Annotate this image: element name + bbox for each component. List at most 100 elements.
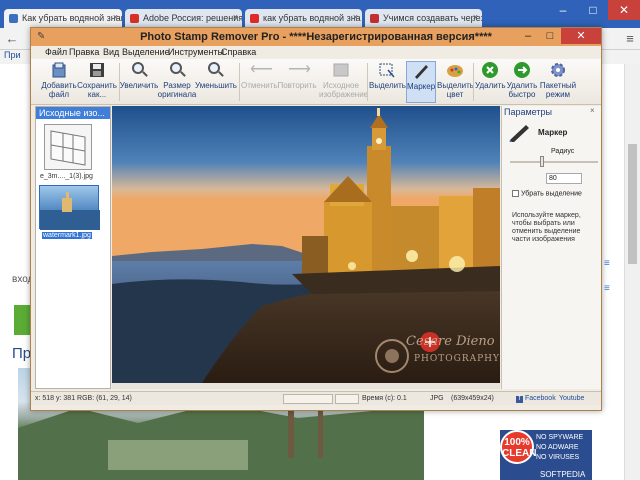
radius-input[interactable]: 80 bbox=[546, 173, 582, 184]
youtube-link[interactable]: Youtube bbox=[559, 395, 584, 402]
source-image-button[interactable]: Исходное изображение bbox=[319, 61, 368, 103]
browser-tab-3[interactable]: как убрать водяной зна × bbox=[245, 9, 362, 28]
status-bar: x: 518 y: 381 RGB: (61, 29, 14) Время (с… bbox=[31, 391, 601, 405]
browser-maximize-icon[interactable]: □ bbox=[578, 0, 608, 20]
tab-close-icon[interactable]: × bbox=[113, 12, 118, 22]
redo-button[interactable]: ⟶ Повторить bbox=[277, 61, 317, 103]
save-as-label: Сохранить как... bbox=[77, 81, 117, 99]
source-image-label: Исходное изображение bbox=[319, 81, 369, 99]
save-icon bbox=[88, 61, 106, 79]
app-close-icon[interactable]: ✕ bbox=[561, 28, 601, 44]
tab-favicon-icon bbox=[370, 14, 379, 23]
source-image-icon bbox=[332, 61, 350, 79]
batch-mode-button[interactable]: Пакетный режим bbox=[539, 61, 577, 103]
watermark-line-2: PHOTOGRAPHY bbox=[414, 354, 500, 364]
file-caption[interactable]: e_3m...._1(3).jpg bbox=[40, 173, 93, 180]
radius-slider-track[interactable] bbox=[510, 161, 598, 163]
zoom-out-button[interactable]: Уменьшить bbox=[195, 61, 237, 103]
batch-mode-label: Пакетный режим bbox=[539, 81, 577, 99]
tab-favicon-icon bbox=[250, 14, 259, 23]
clean-badge-icon: 100% CLEAN bbox=[500, 430, 536, 464]
app-minimize-icon[interactable]: – bbox=[517, 28, 539, 44]
badge-lines: NO SPYWARE NO ADWARE NO VIRUSES bbox=[536, 433, 583, 463]
help-text: Используйте маркер, чтобы выбрать или от… bbox=[512, 212, 581, 243]
browser-tab-label: Как убрать водяной знак bbox=[22, 13, 122, 23]
zoom-in-icon bbox=[130, 61, 148, 79]
radius-slider-handle[interactable] bbox=[540, 156, 544, 167]
undo-label: Отменить bbox=[241, 81, 278, 90]
watermark-subtext: PHOTOGRAPHY bbox=[414, 354, 500, 364]
browser-tabbar: Как убрать водяной знак × Adobe Россия: … bbox=[0, 0, 640, 28]
status-dimensions: (639x459x24) bbox=[451, 395, 494, 402]
status-cell bbox=[335, 394, 359, 404]
browser-tab-2[interactable]: Adobe Россия: решения × bbox=[125, 9, 242, 28]
marker-tool-icon bbox=[508, 122, 532, 145]
toolbar-divider bbox=[473, 63, 474, 101]
original-size-label: Размер оригинала bbox=[157, 81, 197, 99]
checkbox-box[interactable] bbox=[512, 190, 519, 197]
menu-view[interactable]: Вид bbox=[103, 47, 119, 57]
file-caption-selected[interactable]: watermark1.jpg bbox=[42, 232, 92, 239]
original-size-button[interactable]: Размер оригинала bbox=[157, 61, 197, 103]
select-button[interactable]: Выделить bbox=[369, 61, 406, 103]
browser-close-icon[interactable]: ✕ bbox=[608, 0, 640, 20]
app-maximize-icon[interactable]: □ bbox=[539, 28, 561, 44]
redo-icon: ⟶ bbox=[288, 61, 311, 78]
marker-button[interactable]: Маркер bbox=[406, 61, 436, 103]
tab-close-icon[interactable]: × bbox=[353, 12, 358, 22]
select-label: Выделить bbox=[369, 81, 406, 90]
parameters-title: Параметры bbox=[504, 107, 552, 117]
app-menubar: Файл Правка Вид Выделение Инструменты Сп… bbox=[31, 46, 601, 59]
app-title: Photo Stamp Remover Pro - ****Незарегист… bbox=[140, 31, 492, 43]
remove-fast-button[interactable]: Удалить быстро bbox=[505, 61, 539, 103]
tab-close-icon[interactable]: × bbox=[233, 12, 238, 22]
file-thumbnail-selected[interactable] bbox=[39, 185, 100, 230]
menu-icon[interactable]: ≡ bbox=[622, 31, 638, 47]
add-file-label: Добавить файл bbox=[41, 81, 77, 99]
add-file-button[interactable]: Добавить файл bbox=[39, 61, 79, 103]
image-canvas[interactable]: Cesare Dieno PHOTOGRAPHY bbox=[112, 106, 500, 389]
menu-tools[interactable]: Инструменты bbox=[168, 47, 224, 57]
badge-line: NO SPYWARE bbox=[536, 434, 584, 441]
zoom-out-icon bbox=[206, 61, 224, 79]
back-arrow-icon[interactable]: ← bbox=[4, 31, 20, 47]
source-images-panel: Исходные изо... e_3m...._1(3).jpg waterm… bbox=[35, 106, 111, 389]
bookmark-item[interactable]: При bbox=[4, 50, 21, 60]
menu-file[interactable]: Файл bbox=[45, 47, 67, 57]
remove-button[interactable]: Удалить bbox=[475, 61, 506, 103]
tab-close-icon[interactable]: × bbox=[473, 12, 478, 22]
scrollbar-thumb[interactable] bbox=[628, 144, 637, 264]
browser-tab-1[interactable]: Как убрать водяной знак × bbox=[4, 9, 122, 28]
page-share-icon[interactable]: ≡ bbox=[604, 283, 610, 294]
facebook-link[interactable]: f Facebook bbox=[516, 395, 556, 403]
clear-selection-checkbox[interactable]: Убрать выделение bbox=[512, 190, 582, 197]
photo-image[interactable]: Cesare Dieno PHOTOGRAPHY bbox=[112, 106, 500, 383]
status-cell bbox=[283, 394, 333, 404]
browser-tab-label: Adobe Россия: решения bbox=[143, 13, 242, 23]
file-thumbnail[interactable] bbox=[44, 124, 92, 170]
menu-help[interactable]: Справка bbox=[221, 47, 256, 57]
browser-scrollbar[interactable] bbox=[624, 64, 640, 480]
radius-label: Радиус bbox=[551, 148, 575, 155]
page-share-icon[interactable]: ≡ bbox=[604, 258, 610, 269]
zoom-in-button[interactable]: Увеличить bbox=[119, 61, 159, 103]
browser-tab-4[interactable]: Учимся создавать через × bbox=[365, 9, 482, 28]
original-size-icon bbox=[168, 61, 186, 79]
source-images-header: Исходные изо... bbox=[36, 107, 110, 119]
badge-line: NO VIRUSES bbox=[536, 454, 580, 461]
remove-label: Удалить bbox=[475, 81, 506, 90]
browser-minimize-icon[interactable]: – bbox=[548, 0, 578, 20]
undo-button[interactable]: ⟵ Отменить bbox=[241, 61, 278, 103]
facebook-icon: f bbox=[516, 396, 523, 403]
menu-selection[interactable]: Выделение bbox=[122, 47, 170, 57]
save-as-button[interactable]: Сохранить как... bbox=[77, 61, 117, 103]
watermark-line-1: Cesare Dieno bbox=[406, 334, 495, 349]
undo-icon: ⟵ bbox=[250, 61, 273, 78]
panel-close-icon[interactable]: × bbox=[590, 106, 595, 115]
select-color-button[interactable]: Выделить цвет bbox=[437, 61, 474, 103]
app-window: ✎ Photo Stamp Remover Pro - ****Незареги… bbox=[30, 27, 602, 411]
app-titlebar: ✎ Photo Stamp Remover Pro - ****Незареги… bbox=[31, 28, 601, 46]
gear-icon bbox=[549, 61, 567, 79]
marker-icon bbox=[412, 62, 430, 80]
menu-edit[interactable]: Правка bbox=[69, 47, 99, 57]
